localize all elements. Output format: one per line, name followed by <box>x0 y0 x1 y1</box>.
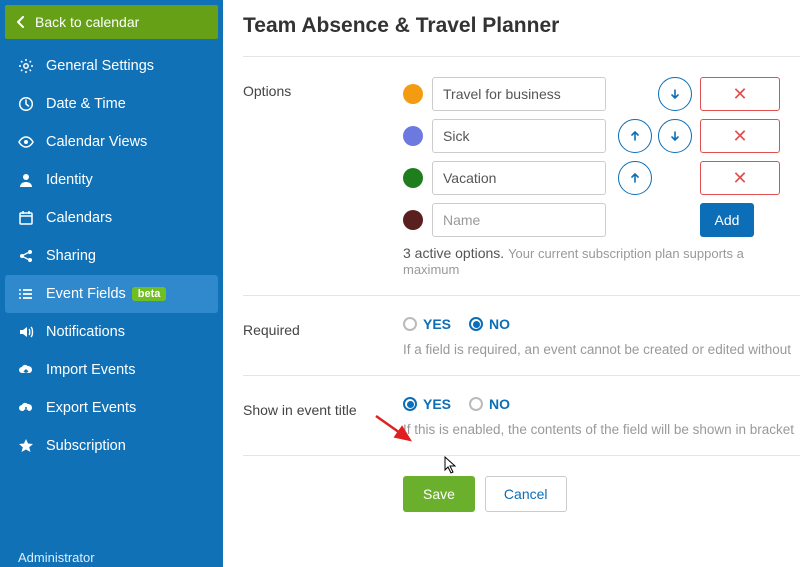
user-icon <box>16 172 36 188</box>
radio-icon <box>469 397 483 411</box>
sidebar-item-label: General Settings <box>46 58 154 74</box>
radio-label: YES <box>423 396 451 412</box>
options-note: 3 active options. Your current subscript… <box>403 245 800 277</box>
star-icon <box>16 438 36 454</box>
show-title-help: If this is enabled, the contents of the … <box>403 422 800 437</box>
save-button[interactable]: Save <box>403 476 475 512</box>
move-up-button[interactable] <box>618 161 652 195</box>
show-title-no-radio[interactable]: NO <box>469 396 510 412</box>
sidebar-item-label: Notifications <box>46 324 125 340</box>
color-swatch[interactable] <box>403 210 423 230</box>
add-option-button[interactable]: Add <box>700 203 754 237</box>
cloud-download-icon <box>16 400 36 416</box>
options-section: Options ✕ ✕ <box>243 57 800 295</box>
radio-label: NO <box>489 396 510 412</box>
back-label: Back to calendar <box>35 14 139 30</box>
required-label: Required <box>243 316 403 357</box>
sidebar-item-notifications[interactable]: Notifications <box>0 313 223 351</box>
sidebar-item-label: Date & Time <box>46 96 126 112</box>
calendar-icon <box>16 210 36 226</box>
radio-icon <box>403 317 417 331</box>
close-icon: ✕ <box>732 84 747 105</box>
clock-icon <box>16 96 36 112</box>
cloud-upload-icon <box>16 362 36 378</box>
required-yes-radio[interactable]: YES <box>403 316 451 332</box>
radio-label: YES <box>423 316 451 332</box>
sidebar-item-event-fields[interactable]: Event Fields beta <box>5 275 218 313</box>
page-title: Team Absence & Travel Planner <box>243 14 800 38</box>
show-in-title-section: Show in event title YES NO If this is en… <box>243 376 800 455</box>
delete-option-button[interactable]: ✕ <box>700 119 780 153</box>
sidebar-item-label: Export Events <box>46 400 136 416</box>
eye-icon <box>16 134 36 150</box>
move-down-button[interactable] <box>658 119 692 153</box>
show-in-title-label: Show in event title <box>243 396 403 437</box>
sidebar-item-date-time[interactable]: Date & Time <box>0 85 223 123</box>
list-icon <box>16 286 36 302</box>
main-panel: Team Absence & Travel Planner Options ✕ <box>223 0 800 567</box>
delete-option-button[interactable]: ✕ <box>700 77 780 111</box>
color-swatch[interactable] <box>403 168 423 188</box>
gear-icon <box>16 58 36 74</box>
required-no-radio[interactable]: NO <box>469 316 510 332</box>
sidebar-item-sharing[interactable]: Sharing <box>0 237 223 275</box>
sidebar-item-general-settings[interactable]: General Settings <box>0 47 223 85</box>
required-help: If a field is required, an event cannot … <box>403 342 800 357</box>
chevron-left-icon <box>17 16 25 28</box>
sidebar-item-label: Import Events <box>46 362 135 378</box>
option-row: ✕ <box>403 119 800 153</box>
back-to-calendar-button[interactable]: Back to calendar <box>5 5 218 39</box>
option-row: ✕ <box>403 161 800 195</box>
sidebar-item-calendars[interactable]: Calendars <box>0 199 223 237</box>
sidebar-item-label: Subscription <box>46 438 126 454</box>
options-count: 3 active options. <box>403 245 504 261</box>
sidebar-item-label: Calendars <box>46 210 112 226</box>
cancel-button[interactable]: Cancel <box>485 476 567 512</box>
admin-label: Administrator <box>18 550 95 565</box>
color-swatch[interactable] <box>403 126 423 146</box>
option-name-input[interactable] <box>432 161 606 195</box>
sidebar-item-calendar-views[interactable]: Calendar Views <box>0 123 223 161</box>
close-icon: ✕ <box>732 168 747 189</box>
sidebar-item-label: Calendar Views <box>46 134 147 150</box>
radio-icon <box>469 317 483 331</box>
required-section: Required YES NO If a field is required, … <box>243 296 800 375</box>
option-new-row: Add <box>403 203 800 237</box>
sidebar: Back to calendar General Settings Date &… <box>0 0 223 567</box>
color-swatch[interactable] <box>403 84 423 104</box>
move-up-button[interactable] <box>618 119 652 153</box>
sidebar-item-import-events[interactable]: Import Events <box>0 351 223 389</box>
option-row: ✕ <box>403 77 800 111</box>
option-name-input-new[interactable] <box>432 203 606 237</box>
beta-badge: beta <box>132 287 167 301</box>
option-name-input[interactable] <box>432 119 606 153</box>
delete-option-button[interactable]: ✕ <box>700 161 780 195</box>
sound-icon <box>16 324 36 340</box>
show-title-yes-radio[interactable]: YES <box>403 396 451 412</box>
footer-buttons: Save Cancel <box>243 456 800 512</box>
radio-label: NO <box>489 316 510 332</box>
sidebar-item-label: Identity <box>46 172 93 188</box>
close-icon: ✕ <box>732 126 747 147</box>
radio-icon <box>403 397 417 411</box>
sidebar-item-export-events[interactable]: Export Events <box>0 389 223 427</box>
sidebar-item-subscription[interactable]: Subscription <box>0 427 223 465</box>
move-down-button[interactable] <box>658 77 692 111</box>
options-label: Options <box>243 77 403 277</box>
sidebar-item-identity[interactable]: Identity <box>0 161 223 199</box>
share-icon <box>16 248 36 264</box>
sidebar-item-label: Sharing <box>46 248 96 264</box>
sidebar-item-label: Event Fields <box>46 286 126 302</box>
option-name-input[interactable] <box>432 77 606 111</box>
